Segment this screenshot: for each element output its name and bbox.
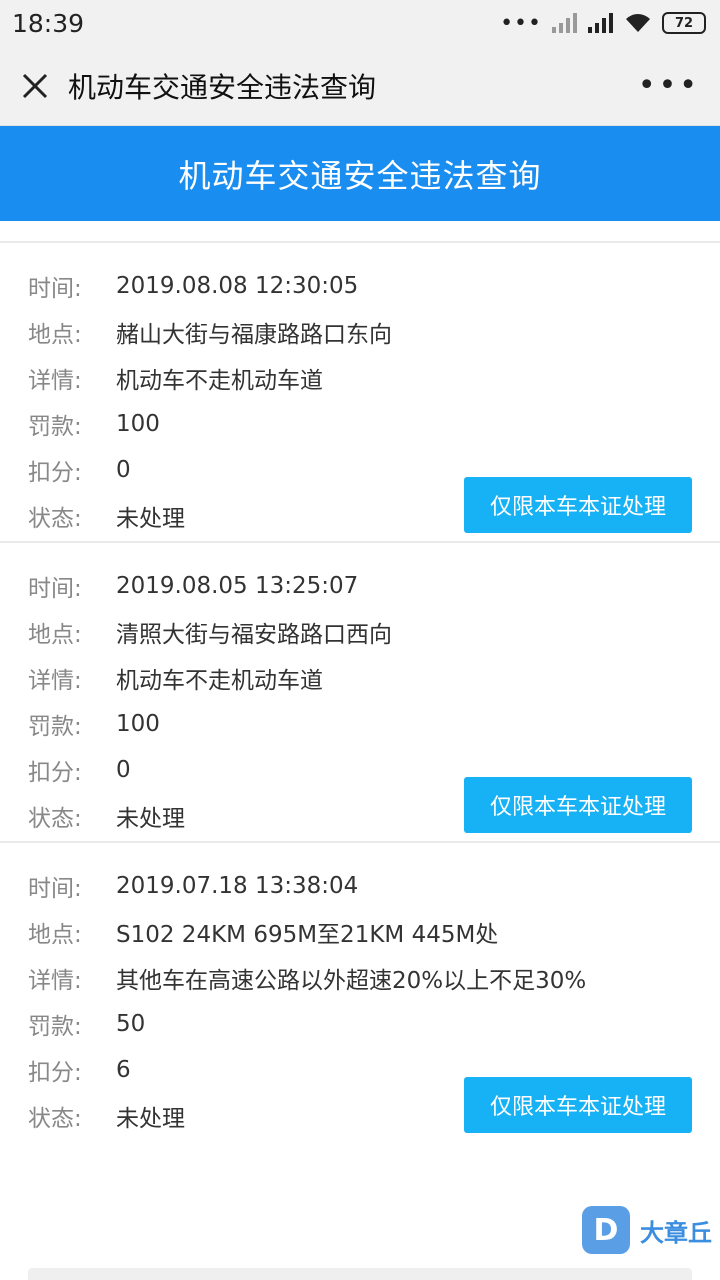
location-value: S102 24KM 695M至21KM 445M处	[116, 922, 499, 948]
record-detail-row: 详情: 机动车不走机动车道	[28, 655, 692, 701]
process-button[interactable]: 仅限本车本证处理	[464, 777, 692, 833]
status-label: 状态:	[28, 506, 82, 532]
detail-value: 机动车不走机动车道	[116, 368, 323, 394]
violation-record: 时间: 2019.07.18 13:38:04 地点: S102 24KM 695M…	[0, 841, 720, 1141]
location-value: 清照大街与福安路路口西向	[116, 622, 392, 648]
watermark-text: 大章丘	[640, 1218, 712, 1247]
record-fine-row: 罚款: 50	[28, 1001, 692, 1047]
wifi-icon	[626, 14, 650, 32]
record-location-row: 地点: 清照大街与福安路路口西向	[28, 609, 692, 655]
location-label: 地点:	[28, 922, 82, 948]
page-header: 机动车交通安全违法查询	[0, 126, 720, 221]
points-value: 6	[116, 1057, 131, 1083]
battery-icon: 72	[662, 12, 706, 34]
record-location-row: 地点: 赭山大街与福康路路口东向	[28, 309, 692, 355]
status-value: 未处理	[116, 506, 185, 532]
record-fine-row: 罚款: 100	[28, 701, 692, 747]
points-label: 扣分:	[28, 760, 82, 786]
fine-label: 罚款:	[28, 414, 82, 440]
time-value: 2019.08.08 12:30:05	[116, 273, 359, 299]
more-dots-icon: •••	[500, 10, 542, 36]
time-value: 2019.08.05 13:25:07	[116, 573, 359, 599]
process-button[interactable]: 仅限本车本证处理	[464, 1077, 692, 1133]
next-record-edge	[28, 1268, 692, 1280]
detail-label: 详情:	[28, 968, 82, 994]
points-label: 扣分:	[28, 1060, 82, 1086]
detail-label: 详情:	[28, 668, 82, 694]
record-detail-row: 详情: 其他车在高速公路以外超速20%以上不足30%	[28, 955, 692, 1001]
detail-label: 详情:	[28, 368, 82, 394]
more-menu-icon[interactable]: •••	[638, 68, 700, 103]
signal-icon	[552, 13, 577, 33]
location-label: 地点:	[28, 622, 82, 648]
location-label: 地点:	[28, 322, 82, 348]
status-label: 状态:	[28, 806, 82, 832]
record-time-row: 时间: 2019.08.05 13:25:07	[28, 563, 692, 609]
points-value: 0	[116, 757, 131, 783]
record-location-row: 地点: S102 24KM 695M至21KM 445M处	[28, 909, 692, 955]
status-bar: 18:39 ••• 72	[0, 0, 720, 46]
violation-list: 时间: 2019.08.08 12:30:05 地点: 赭山大街与福康路路口东向 详…	[0, 221, 720, 1141]
fine-label: 罚款:	[28, 714, 82, 740]
time-value: 2019.07.18 13:38:04	[116, 873, 359, 899]
signal-icon-2	[588, 13, 613, 33]
status-time: 18:39	[12, 8, 85, 38]
process-button[interactable]: 仅限本车本证处理	[464, 477, 692, 533]
points-label: 扣分:	[28, 460, 82, 486]
fine-label: 罚款:	[28, 1014, 82, 1040]
location-value: 赭山大街与福康路路口东向	[116, 322, 392, 348]
page-title: 机动车交通安全违法查询	[178, 156, 542, 195]
violation-record: 时间: 2019.08.08 12:30:05 地点: 赭山大街与福康路路口东向 详…	[0, 241, 720, 541]
detail-value: 其他车在高速公路以外超速20%以上不足30%	[116, 968, 587, 994]
status-value: 未处理	[116, 806, 185, 832]
fine-value: 50	[116, 1011, 146, 1037]
record-detail-row: 详情: 机动车不走机动车道	[28, 355, 692, 401]
close-icon[interactable]	[20, 71, 50, 101]
record-fine-row: 罚款: 100	[28, 401, 692, 447]
detail-value: 机动车不走机动车道	[116, 668, 323, 694]
nav-bar: 机动车交通安全违法查询 •••	[0, 46, 720, 126]
watermark-logo-icon: D	[582, 1206, 630, 1254]
fine-value: 100	[116, 411, 160, 437]
points-value: 0	[116, 457, 131, 483]
watermark: D 大章丘	[582, 1206, 712, 1254]
time-label: 时间:	[28, 576, 82, 602]
fine-value: 100	[116, 711, 160, 737]
record-time-row: 时间: 2019.08.08 12:30:05	[28, 263, 692, 309]
status-label: 状态:	[28, 1106, 82, 1132]
time-label: 时间:	[28, 876, 82, 902]
time-label: 时间:	[28, 276, 82, 302]
status-icons: ••• 72	[500, 11, 706, 36]
status-value: 未处理	[116, 1106, 185, 1132]
nav-title: 机动车交通安全违法查询	[68, 70, 377, 104]
violation-record: 时间: 2019.08.05 13:25:07 地点: 清照大街与福安路路口西向 详…	[0, 541, 720, 841]
record-time-row: 时间: 2019.07.18 13:38:04	[28, 863, 692, 909]
